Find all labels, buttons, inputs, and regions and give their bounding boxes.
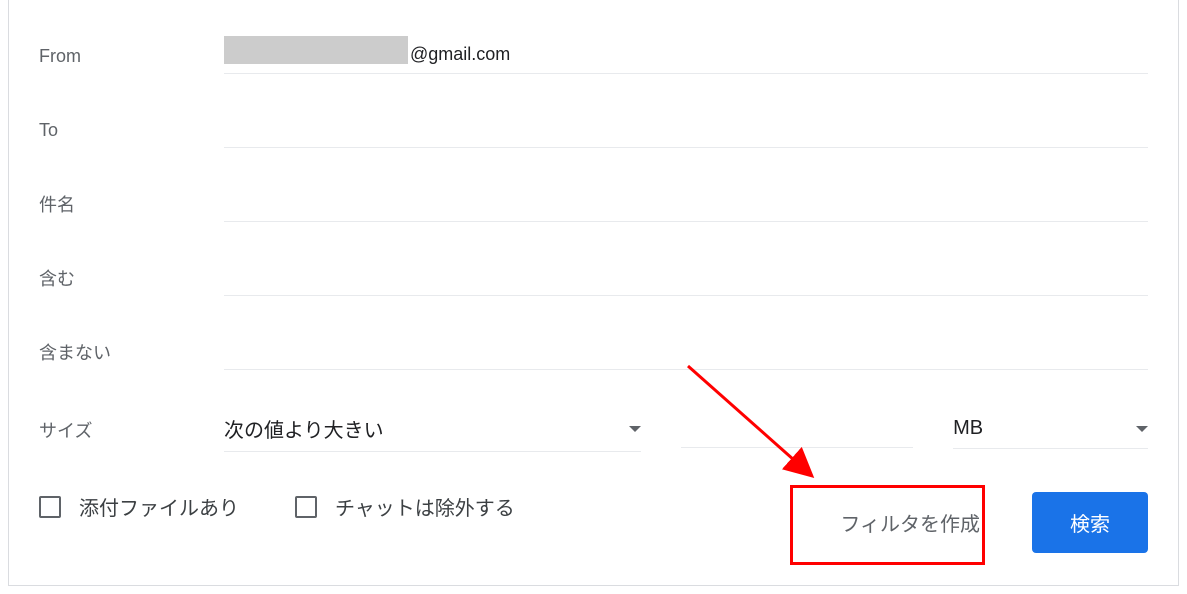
size-value-input[interactable] <box>681 412 913 448</box>
row-to: To <box>9 112 1178 148</box>
size-operator-select[interactable]: 次の値より大きい <box>224 408 641 452</box>
size-operator-value: 次の値より大きい <box>224 414 384 443</box>
subject-input[interactable] <box>224 186 1148 222</box>
search-button[interactable]: 検索 <box>1032 492 1148 553</box>
from-input[interactable] <box>224 38 1148 74</box>
exclude-chats-checkbox[interactable] <box>295 496 317 518</box>
search-filter-panel: From To 件名 含む 含まない サイズ 次の値よ <box>8 0 1179 586</box>
row-subject: 件名 <box>9 186 1178 222</box>
chevron-down-icon <box>629 426 641 432</box>
has-attachment-label: 添付ファイルあり <box>79 492 239 521</box>
size-label: サイズ <box>39 417 224 443</box>
includes-input[interactable] <box>224 260 1148 296</box>
row-size: サイズ 次の値より大きい MB <box>9 408 1178 452</box>
button-row: フィルタを作成 検索 <box>810 490 1148 555</box>
size-unit-value: MB <box>953 417 983 440</box>
to-input[interactable] <box>224 112 1148 148</box>
has-attachment-checkbox[interactable] <box>39 496 61 518</box>
chevron-down-icon <box>1136 426 1148 432</box>
from-label: From <box>39 46 224 67</box>
has-attachment-item: 添付ファイルあり <box>39 492 239 521</box>
excludes-label: 含まない <box>39 339 224 365</box>
size-unit-select[interactable]: MB <box>953 411 1148 449</box>
create-filter-button[interactable]: フィルタを作成 <box>810 490 1010 555</box>
row-from: From <box>9 38 1178 74</box>
from-field-wrap <box>224 38 1148 74</box>
to-label: To <box>39 120 224 141</box>
includes-label: 含む <box>39 265 224 291</box>
subject-label: 件名 <box>39 191 224 217</box>
exclude-chats-item: チャットは除外する <box>295 492 515 521</box>
row-excludes: 含まない <box>9 334 1178 370</box>
row-includes: 含む <box>9 260 1178 296</box>
exclude-chats-label: チャットは除外する <box>335 492 515 521</box>
excludes-input[interactable] <box>224 334 1148 370</box>
